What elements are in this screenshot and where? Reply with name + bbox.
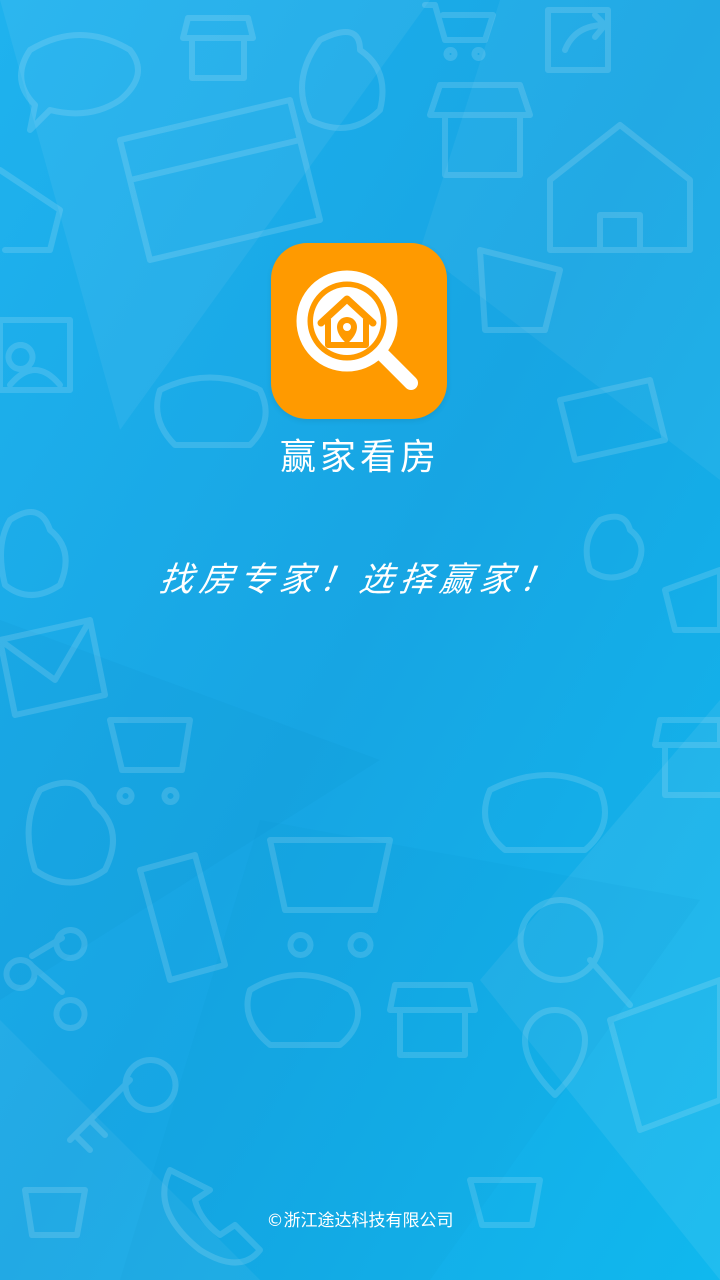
copyright-text: ©浙江途达科技有限公司 [266,1211,454,1231]
splash-background [0,0,720,1280]
app-name: 赢家看房 [279,437,440,478]
slogan-text: 找房专家！选择赢家！ [156,560,563,600]
background-pattern [0,0,720,1280]
house-magnifier-icon [296,270,418,390]
app-logo [271,243,447,419]
